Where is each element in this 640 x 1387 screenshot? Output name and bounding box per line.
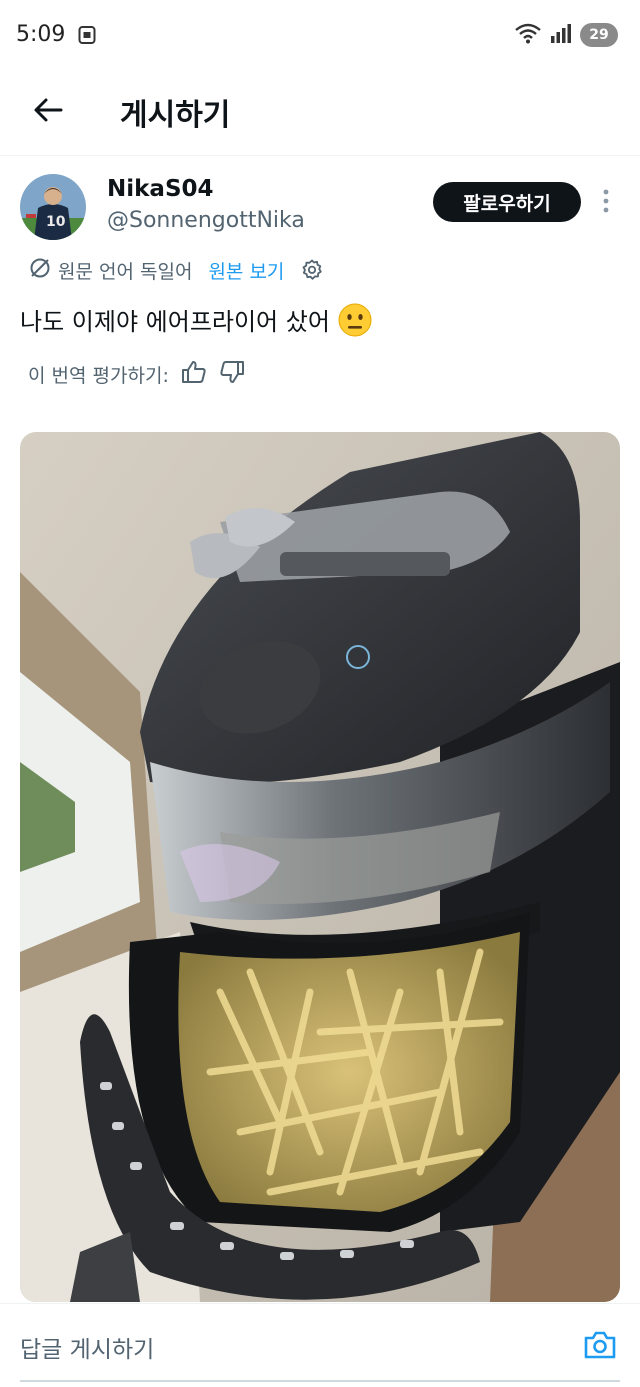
screen-record-icon [78,25,96,45]
reply-input[interactable]: 답글 게시하기 [20,1330,154,1364]
wifi-icon [514,22,542,48]
translation-info: 원문 언어 독일어 원본 보기 [28,256,324,284]
status-bar: 5:09 29 [0,0,640,72]
rate-translation-label: 이 번역 평가하기: [28,364,169,387]
arrow-left-icon [33,97,63,127]
battery-icon: 29 [580,23,618,47]
post-text-content: 나도 이제야 에어프라이어 샀어 [20,308,330,336]
gear-icon[interactable] [300,258,324,282]
air-fryer-photo [20,432,620,1302]
status-icons: 29 [514,22,618,48]
divider [20,1380,620,1382]
thumbs-up-icon[interactable] [181,360,207,389]
thumbs-down-icon[interactable] [219,360,245,389]
more-options-button[interactable] [596,186,616,220]
show-original-link[interactable]: 원본 보기 [208,257,284,284]
translate-icon [28,256,52,285]
more-vertical-icon [603,189,609,217]
post-photo[interactable] [20,432,620,1302]
back-button[interactable] [26,92,70,132]
post-header: 10 NikaS04 @SonnengottNika 팔로우하기 [0,156,640,256]
display-name[interactable]: NikaS04 [107,176,214,202]
avatar[interactable]: 10 [20,174,86,240]
page-title: 게시하기 [120,98,231,133]
rate-translation: 이 번역 평가하기: [28,360,245,388]
camera-icon [583,1330,617,1364]
neutral-face-emoji-icon [338,303,372,337]
camera-button[interactable] [582,1330,618,1364]
follow-button[interactable]: 팔로우하기 [433,182,581,222]
user-handle[interactable]: @SonnengottNika [107,208,305,233]
status-time: 5:09 [16,22,66,47]
post-text: 나도 이제야 에어프라이어 샀어 [20,302,372,337]
translation-source-language: 원문 언어 독일어 [58,260,193,283]
top-bar: 게시하기 [0,72,640,156]
cell-signal-icon [550,22,572,48]
reply-bar: 답글 게시하기 [0,1303,640,1387]
svg-text:10: 10 [46,214,66,230]
